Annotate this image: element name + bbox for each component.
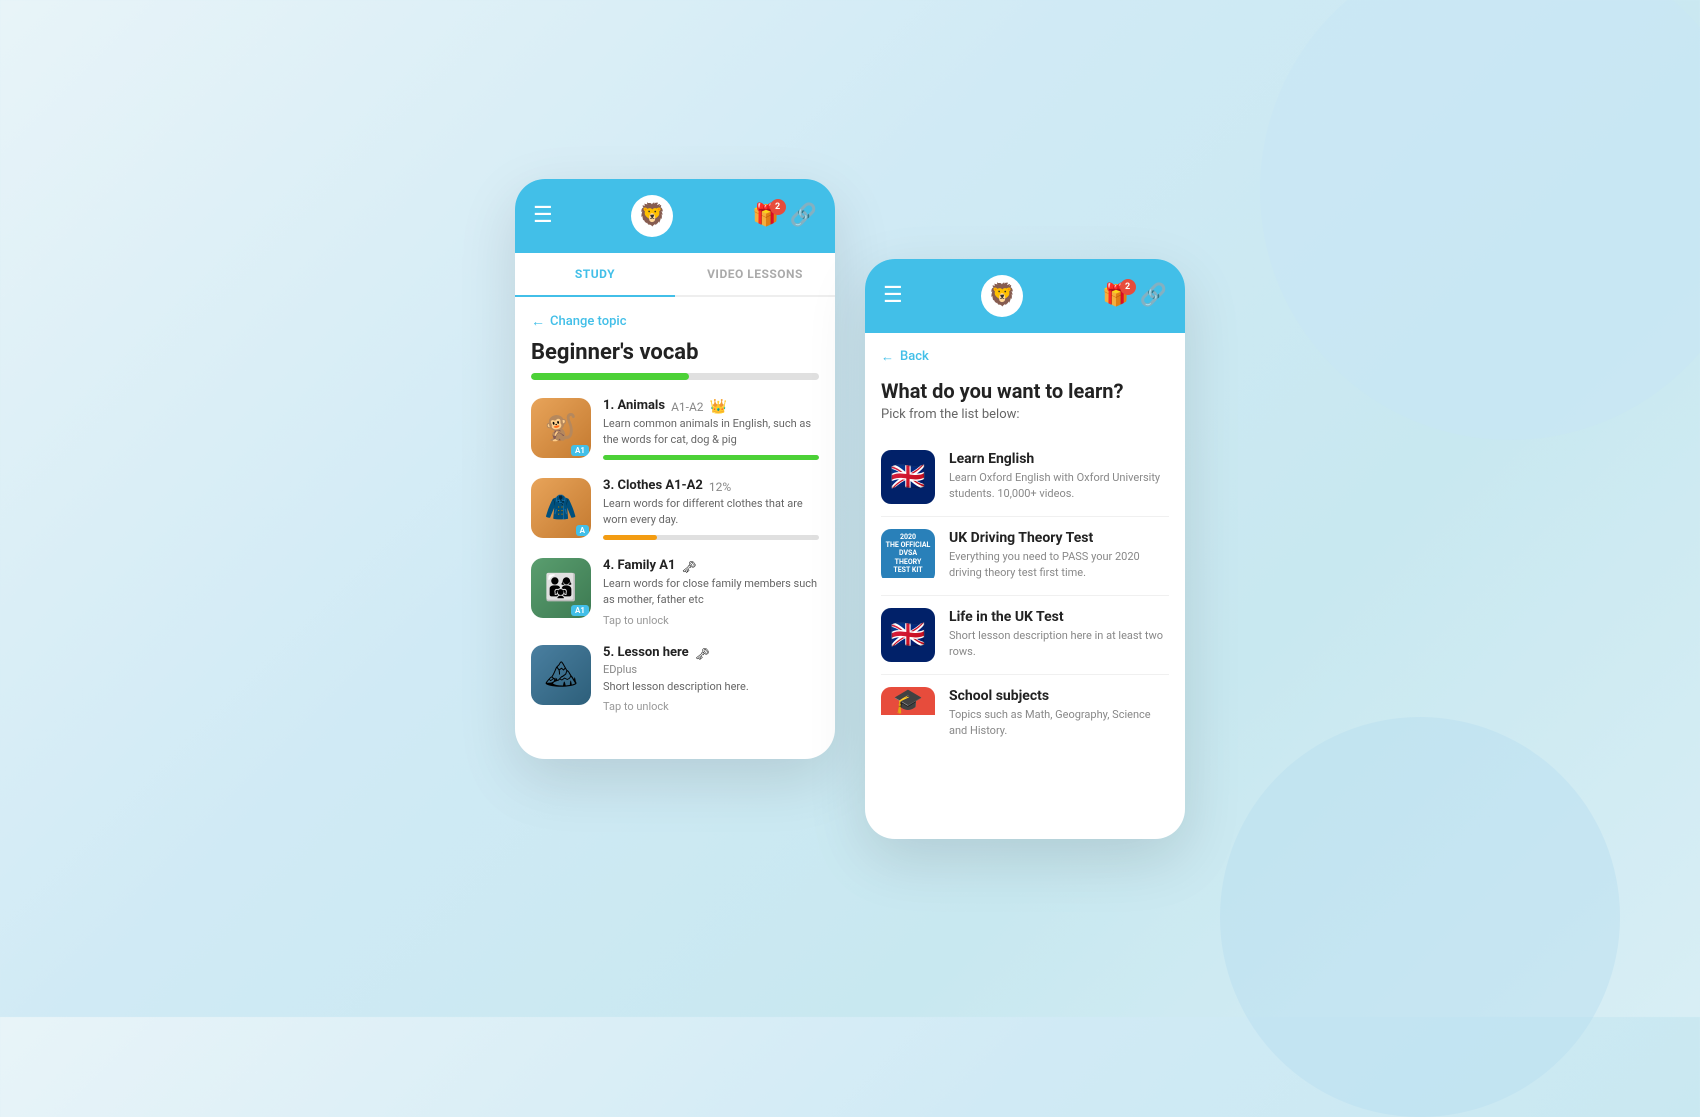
tab-video-lessons[interactable]: VIDEO LESSONS [675,253,835,295]
topic-info-driving: UK Driving Theory Test Everything you ne… [949,530,1169,582]
lesson-item-animals[interactable]: 🐒 A1 1. Animals A1-A2 👑 Learn common ani… [531,398,819,460]
back-arrow-icon-right: ← [881,349,894,365]
change-topic-label: Change topic [550,314,626,329]
lesson-info-5: 5. Lesson here 🗝 EDplus Short lesson des… [603,645,819,714]
lesson-item-family[interactable]: 👨‍👩‍👧 A1 4. Family A1 🗝 Learn words for … [531,558,819,627]
edplus-tag: EDplus [603,663,819,676]
right-menu-icon[interactable]: ☰ [883,283,903,308]
topic-name-driving: UK Driving Theory Test [949,530,1169,546]
screens-container: ☰ 🦁 🎁 2 🔗 STUDY VIDEO LESSONS ← Change t… [515,179,1185,839]
lesson-info-animals: 1. Animals A1-A2 👑 Learn common animals … [603,398,819,460]
topic-title: Beginner's vocab [531,340,819,365]
left-header: ☰ 🦁 🎁 2 🔗 [515,179,835,253]
topic-desc-school: Topics such as Math, Geography, Science … [949,707,1169,740]
topic-desc-life-uk: Short lesson description here in at leas… [949,628,1169,661]
what-title: What do you want to learn? [881,379,1169,403]
tab-bar: STUDY VIDEO LESSONS [515,253,835,297]
topic-item-life-uk[interactable]: Life in the UK Test Short lesson descrip… [881,596,1169,675]
lesson-number-3: 3. Clothes A1-A2 [603,478,703,493]
lesson-info-family: 4. Family A1 🗝 Learn words for close fam… [603,558,819,627]
level-badge-a1: A1 [571,445,589,456]
school-thumb-visual: 🎓 [881,687,935,715]
right-link-icon[interactable]: 🔗 [1140,283,1167,308]
key-icon-family: 🗝 [681,560,696,574]
lesson-title-row-clothes: 3. Clothes A1-A2 12% [603,478,819,496]
lesson-progress-fill-clothes [603,535,657,540]
lesson-title-row-family: 4. Family A1 🗝 [603,558,819,576]
lesson-thumb-clothes: 🧥 A [531,478,591,538]
level-badge-a1-family: A1 [571,605,589,616]
topic-item-driving[interactable]: 2020 THE OFFICIAL DVSA THEORY TEST KIT U… [881,517,1169,596]
topic-name-life-uk: Life in the UK Test [949,609,1169,625]
lesson-desc-family: Learn words for close family members suc… [603,576,819,609]
right-badge-count: 2 [1120,279,1136,295]
uk-flag-2 [881,608,935,662]
topic-info-learn-english: Learn English Learn Oxford English with … [949,451,1169,503]
topic-item-school[interactable]: 🎓 School subjects Topics such as Math, G… [881,675,1169,753]
right-header-right: 🎁 2 🔗 [1102,283,1167,308]
key-icon-5: 🗝 [695,647,710,661]
lesson-title-row-5: 5. Lesson here 🗝 [603,645,819,663]
topic-info-school: School subjects Topics such as Math, Geo… [949,688,1169,740]
topic-item-learn-english[interactable]: Learn English Learn Oxford English with … [881,438,1169,517]
uk-flag-1 [881,450,935,504]
level-tag-a1a2: A1-A2 [671,400,703,414]
tab-study[interactable]: STUDY [515,253,675,297]
right-badge-icon[interactable]: 🎁 2 [1102,283,1129,308]
trophy-icon: 👑 [710,399,727,415]
avatar: 🦁 [631,195,673,237]
topic-desc-driving: Everything you need to PASS your 2020 dr… [949,549,1169,582]
right-header: ☰ 🦁 🎁 2 🔗 [865,259,1185,333]
header-right: 🎁 2 🔗 [752,203,817,228]
lesson-desc-animals: Learn common animals in English, such as… [603,416,819,449]
topic-name-learn-english: Learn English [949,451,1169,467]
badge-count: 2 [770,199,786,215]
lesson-item-5[interactable]: 🏔 5. Lesson here 🗝 EDplus Short lesson d… [531,645,819,714]
back-label: Back [900,349,929,364]
lesson-desc-clothes: Learn words for different clothes that a… [603,496,819,529]
change-topic-link[interactable]: ← Change topic [531,313,819,330]
topic-thumb-driving: 2020 THE OFFICIAL DVSA THEORY TEST KIT [881,529,935,583]
lesson-progress-fill-animals [603,455,819,460]
topic-thumb-learn-english [881,450,935,504]
percent-tag: 12% [709,480,731,494]
lesson-thumb-family: 👨‍👩‍👧 A1 [531,558,591,618]
lesson-number-1: 1. Animals [603,398,665,413]
main-progress-fill [531,373,689,380]
lesson-number-4: 4. Family A1 [603,558,675,573]
lesson-thumb-5: 🏔 [531,645,591,705]
right-avatar: 🦁 [981,275,1023,317]
badge-icon[interactable]: 🎁 2 [752,203,779,228]
back-arrow-icon: ← [531,313,545,330]
tap-unlock-family: Tap to unlock [603,614,819,627]
topic-thumb-school: 🎓 [881,687,935,741]
right-phone: ☰ 🦁 🎁 2 🔗 ← Back What do you want to lea… [865,259,1185,839]
lesson-number-5: 5. Lesson here [603,645,689,660]
lesson-info-clothes: 3. Clothes A1-A2 12% Learn words for dif… [603,478,819,540]
lesson-progress-animals [603,455,819,460]
link-icon[interactable]: 🔗 [790,203,817,228]
topic-thumb-life-uk [881,608,935,662]
left-phone: ☰ 🦁 🎁 2 🔗 STUDY VIDEO LESSONS ← Change t… [515,179,835,759]
lesson-title-row: 1. Animals A1-A2 👑 [603,398,819,416]
level-badge-a: A [576,525,589,536]
pick-label: Pick from the list below: [881,407,1169,422]
driving-thumb-visual: 2020 THE OFFICIAL DVSA THEORY TEST KIT [881,529,935,579]
lesson-thumb-animals: 🐒 A1 [531,398,591,458]
left-content: ← Change topic Beginner's vocab 🐒 A1 1. … [515,297,835,748]
topic-desc-learn-english: Learn Oxford English with Oxford Univers… [949,470,1169,503]
lesson-item-clothes[interactable]: 🧥 A 3. Clothes A1-A2 12% Learn words for… [531,478,819,540]
menu-icon[interactable]: ☰ [533,203,553,228]
topic-name-school: School subjects [949,688,1169,704]
back-link[interactable]: ← Back [881,349,1169,365]
topic-info-life-uk: Life in the UK Test Short lesson descrip… [949,609,1169,661]
lesson-progress-clothes [603,535,819,540]
tap-unlock-5: Tap to unlock [603,700,819,713]
right-content: ← Back What do you want to learn? Pick f… [865,333,1185,769]
main-progress-bar [531,373,819,380]
lesson-desc-5: Short lesson description here. [603,679,819,696]
